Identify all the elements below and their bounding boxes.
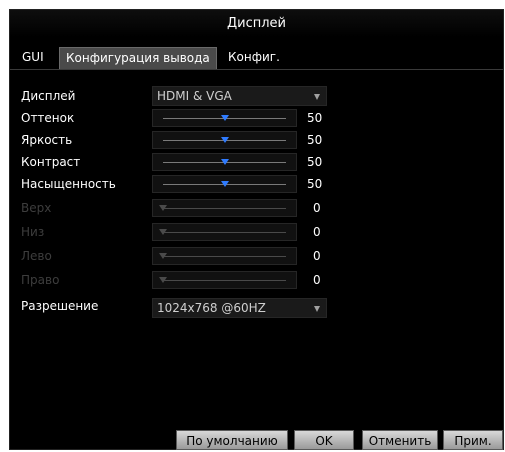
saturation-slider[interactable] — [152, 175, 297, 193]
saturation-label: Насыщенность — [21, 177, 116, 191]
left-label: Лево — [21, 249, 52, 263]
contrast-value: 50 — [307, 155, 323, 169]
slider-track — [163, 208, 286, 209]
apply-button[interactable]: Прим. — [443, 430, 503, 450]
tab-gui[interactable]: GUI — [16, 47, 50, 68]
slider-thumb — [159, 229, 167, 235]
brightness-value: 50 — [307, 133, 323, 147]
saturation-value: 50 — [307, 177, 323, 191]
chevron-down-icon — [314, 306, 320, 312]
top-value: 0 — [313, 201, 321, 215]
hue-label: Оттенок — [21, 111, 75, 125]
tab-config[interactable]: Конфиг. — [222, 47, 286, 68]
slider-thumb[interactable] — [220, 115, 229, 121]
slider-track — [163, 256, 286, 257]
contrast-slider[interactable] — [152, 153, 297, 171]
default-button[interactable]: По умолчанию — [176, 430, 288, 450]
resolution-label: Разрешение — [21, 299, 99, 313]
contrast-label: Контраст — [21, 155, 81, 169]
slider-thumb[interactable] — [220, 159, 229, 165]
right-value: 0 — [313, 273, 321, 287]
button-bar: По умолчанию OK Отменить Прим. — [10, 430, 503, 452]
display-row: Дисплей HDMI & VGA — [10, 86, 503, 106]
right-label: Право — [21, 273, 60, 287]
slider-thumb — [159, 277, 167, 283]
hue-value: 50 — [307, 111, 323, 125]
brightness-label: Яркость — [21, 133, 73, 147]
cancel-button[interactable]: Отменить — [362, 430, 438, 450]
hue-slider[interactable] — [152, 109, 297, 127]
bottom-label: Низ — [21, 225, 45, 239]
slider-thumb[interactable] — [220, 181, 229, 187]
display-label: Дисплей — [21, 89, 76, 103]
display-select[interactable]: HDMI & VGA — [152, 86, 327, 106]
resolution-row: Разрешение 1024x768 @60HZ — [10, 296, 503, 318]
chevron-down-icon — [314, 94, 320, 100]
top-slider — [152, 199, 297, 217]
tab-output-config[interactable]: Конфигурация вывода — [59, 47, 217, 69]
left-value: 0 — [313, 249, 321, 263]
bottom-slider — [152, 223, 297, 241]
resolution-select[interactable]: 1024x768 @60HZ — [152, 298, 327, 318]
display-dialog: Дисплей GUI Конфигурация вывода Конфиг. … — [9, 9, 504, 450]
slider-thumb[interactable] — [220, 137, 229, 143]
saturation-row: Насыщенность 50 — [10, 174, 503, 194]
bottom-value: 0 — [313, 225, 321, 239]
display-value: HDMI & VGA — [157, 89, 232, 103]
slider-thumb — [159, 253, 167, 259]
hue-row: Оттенок 50 — [10, 108, 503, 128]
slider-track — [163, 232, 286, 233]
slider-thumb — [159, 205, 167, 211]
brightness-row: Яркость 50 — [10, 130, 503, 150]
resolution-value: 1024x768 @60HZ — [157, 301, 266, 315]
ok-button[interactable]: OK — [294, 430, 354, 450]
contrast-row: Контраст 50 — [10, 152, 503, 172]
top-row: Верх 0 — [10, 198, 503, 218]
left-row: Лево 0 — [10, 246, 503, 266]
brightness-slider[interactable] — [152, 131, 297, 149]
top-label: Верх — [21, 201, 52, 215]
right-slider — [152, 271, 297, 289]
left-slider — [152, 247, 297, 265]
window-title: Дисплей — [10, 10, 503, 37]
right-row: Право 0 — [10, 270, 503, 290]
bottom-row: Низ 0 — [10, 222, 503, 242]
slider-track — [163, 280, 286, 281]
tab-bar: GUI Конфигурация вывода Конфиг. — [10, 47, 503, 70]
